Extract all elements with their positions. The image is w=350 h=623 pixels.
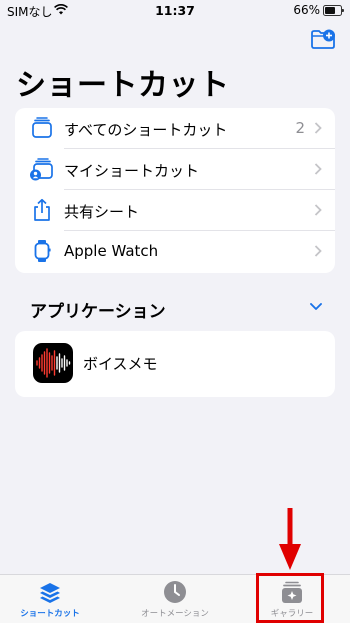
battery-icon xyxy=(323,5,344,16)
watch-icon xyxy=(34,240,51,262)
list-item-label: Apple Watch xyxy=(64,242,159,260)
layers-icon xyxy=(40,583,60,603)
tab-label: ショートカット xyxy=(20,609,80,619)
list-item-voice-memos[interactable]: ボイスメモ xyxy=(15,331,335,397)
list-item-all-shortcuts[interactable]: すべてのショートカット 2 xyxy=(15,108,335,149)
page-title: ショートカット xyxy=(16,68,230,103)
tab-label: ギャラリー xyxy=(270,609,314,619)
share-icon xyxy=(34,198,50,221)
folder-plus-icon[interactable] xyxy=(310,28,336,50)
tab-label: オートメーション xyxy=(141,609,209,619)
tab-gallery[interactable]: ギャラリー xyxy=(242,575,342,623)
chevron-right-icon xyxy=(314,122,322,134)
tab-shortcuts[interactable]: ショートカット xyxy=(0,575,100,623)
count-badge: 2 xyxy=(295,119,305,137)
sparkle-stack-icon xyxy=(282,581,302,603)
chevron-right-icon xyxy=(314,163,322,175)
applications-list: ボイスメモ xyxy=(15,331,335,397)
list-item-label: マイショートカット xyxy=(64,162,200,180)
status-bar: SIMなし 11:37 66% xyxy=(0,0,350,22)
clock-check-icon xyxy=(164,581,186,603)
list-item-my-shortcuts[interactable]: マイショートカット xyxy=(15,149,335,190)
person-stack-icon xyxy=(30,158,53,181)
shortcuts-list: すべてのショートカット 2 マイショートカット 共有シート Apple Watc… xyxy=(15,108,335,273)
list-item-label: すべてのショートカット xyxy=(64,121,228,139)
chevron-right-icon xyxy=(314,245,322,257)
tab-bar: ショートカット オートメーション ギャラリー xyxy=(0,574,350,623)
list-item-share-sheet[interactable]: 共有シート xyxy=(15,190,335,231)
chevron-down-icon[interactable] xyxy=(310,303,322,311)
list-item-apple-watch[interactable]: Apple Watch xyxy=(15,231,335,272)
tab-automation[interactable]: オートメーション xyxy=(125,575,225,623)
stack-icon xyxy=(32,117,52,138)
battery-percent: 66% xyxy=(293,3,320,17)
arrow-down-annotation xyxy=(279,508,301,570)
list-item-label: ボイスメモ xyxy=(83,355,158,373)
voice-memos-icon xyxy=(33,343,73,383)
section-title-applications: アプリケーション xyxy=(30,302,166,322)
chevron-right-icon xyxy=(314,204,322,216)
list-item-label: 共有シート xyxy=(64,203,140,221)
